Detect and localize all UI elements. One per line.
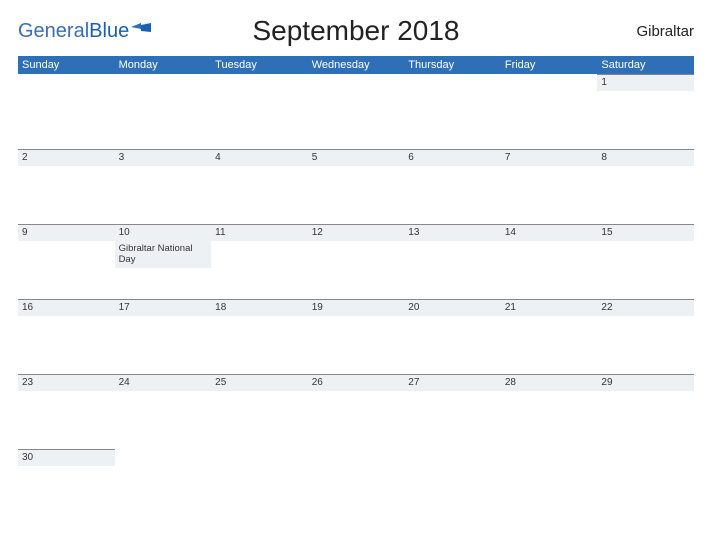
- calendar-cell: 9: [18, 224, 115, 299]
- logo-wrap: GeneralBlue: [18, 20, 138, 43]
- date-number: 30: [18, 450, 115, 466]
- date-number: 11: [211, 225, 308, 241]
- date-number: 14: [501, 225, 598, 241]
- logo-text-blue: Blue: [89, 20, 129, 43]
- weekday-label: Thursday: [404, 59, 501, 71]
- date-number: 29: [597, 375, 694, 391]
- date-number: 27: [404, 375, 501, 391]
- date-number: 2: [18, 150, 115, 166]
- calendar-cell-empty: [597, 449, 694, 519]
- calendar-cell: 2: [18, 149, 115, 224]
- calendar-cell: 29: [597, 374, 694, 449]
- date-number: 10: [115, 225, 212, 241]
- date-number: 15: [597, 225, 694, 241]
- calendar-cell: 3: [115, 149, 212, 224]
- weekday-label: Friday: [501, 59, 598, 71]
- date-number: 28: [501, 375, 598, 391]
- calendar-cell: 15: [597, 224, 694, 299]
- calendar-row: 910Gibraltar National Day1112131415: [18, 224, 694, 299]
- calendar-cell: 5: [308, 149, 405, 224]
- date-number: 5: [308, 150, 405, 166]
- calendar-cell: 23: [18, 374, 115, 449]
- calendar-cell-empty: [501, 449, 598, 519]
- weekday-label: Wednesday: [308, 59, 405, 71]
- date-number: 26: [308, 375, 405, 391]
- date-number: 22: [597, 300, 694, 316]
- date-number: 18: [211, 300, 308, 316]
- calendar-event: Gibraltar National Day: [115, 241, 212, 268]
- calendar-cell: 24: [115, 374, 212, 449]
- calendar-cell-empty: [211, 449, 308, 519]
- date-number: 16: [18, 300, 115, 316]
- calendar-cell: 1: [597, 74, 694, 149]
- brand-logo: GeneralBlue: [18, 20, 138, 43]
- date-number: 7: [501, 150, 598, 166]
- date-number: 12: [308, 225, 405, 241]
- calendar-cell-empty: [308, 74, 405, 149]
- calendar-row: 30: [18, 449, 694, 519]
- date-number: 20: [404, 300, 501, 316]
- date-number: 19: [308, 300, 405, 316]
- calendar-cell-empty: [404, 449, 501, 519]
- calendar-cell: 19: [308, 299, 405, 374]
- calendar-cell-empty: [308, 449, 405, 519]
- date-number: 13: [404, 225, 501, 241]
- date-number: 24: [115, 375, 212, 391]
- date-number: 23: [18, 375, 115, 391]
- calendar-cell: 26: [308, 374, 405, 449]
- date-number: 9: [18, 225, 115, 241]
- region-label: Gibraltar: [574, 23, 694, 40]
- calendar-cell-empty: [501, 74, 598, 149]
- calendar-row: 2345678: [18, 149, 694, 224]
- calendar-cell: 7: [501, 149, 598, 224]
- calendar-cell: 25: [211, 374, 308, 449]
- weekday-label: Sunday: [18, 59, 115, 71]
- date-number: 8: [597, 150, 694, 166]
- weekday-label: Monday: [115, 59, 212, 71]
- calendar-row: 1: [18, 74, 694, 149]
- date-number: 4: [211, 150, 308, 166]
- weekday-header: Sunday Monday Tuesday Wednesday Thursday…: [18, 56, 694, 74]
- calendar-cell: 30: [18, 449, 115, 519]
- date-number: 17: [115, 300, 212, 316]
- calendar-cell: 4: [211, 149, 308, 224]
- calendar-cell: 27: [404, 374, 501, 449]
- calendar-cell-empty: [404, 74, 501, 149]
- calendar-cell: 12: [308, 224, 405, 299]
- date-number: 3: [115, 150, 212, 166]
- calendar-cell: 10Gibraltar National Day: [115, 224, 212, 299]
- calendar-cell: 13: [404, 224, 501, 299]
- calendar-cell: 16: [18, 299, 115, 374]
- date-number: 6: [404, 150, 501, 166]
- calendar-cell: 14: [501, 224, 598, 299]
- calendar-grid: 12345678910Gibraltar National Day1112131…: [18, 74, 694, 519]
- calendar-row: 16171819202122: [18, 299, 694, 374]
- calendar-cell: 20: [404, 299, 501, 374]
- calendar-cell: 18: [211, 299, 308, 374]
- calendar-cell-empty: [211, 74, 308, 149]
- weekday-label: Tuesday: [211, 59, 308, 71]
- calendar-row: 23242526272829: [18, 374, 694, 449]
- calendar-cell: 17: [115, 299, 212, 374]
- calendar-cell: 8: [597, 149, 694, 224]
- calendar-cell-empty: [18, 74, 115, 149]
- weekday-label: Saturday: [597, 59, 694, 71]
- date-number: 25: [211, 375, 308, 391]
- calendar-title: September 2018: [138, 15, 574, 47]
- calendar-cell: 22: [597, 299, 694, 374]
- date-number: 21: [501, 300, 598, 316]
- logo-text-general: General: [18, 20, 89, 43]
- calendar-cell: 11: [211, 224, 308, 299]
- calendar-cell: 21: [501, 299, 598, 374]
- date-number: 1: [597, 75, 694, 91]
- calendar-cell-empty: [115, 74, 212, 149]
- calendar-cell: 28: [501, 374, 598, 449]
- calendar-cell-empty: [115, 449, 212, 519]
- calendar-cell: 6: [404, 149, 501, 224]
- calendar-header: GeneralBlue September 2018 Gibraltar: [18, 8, 694, 54]
